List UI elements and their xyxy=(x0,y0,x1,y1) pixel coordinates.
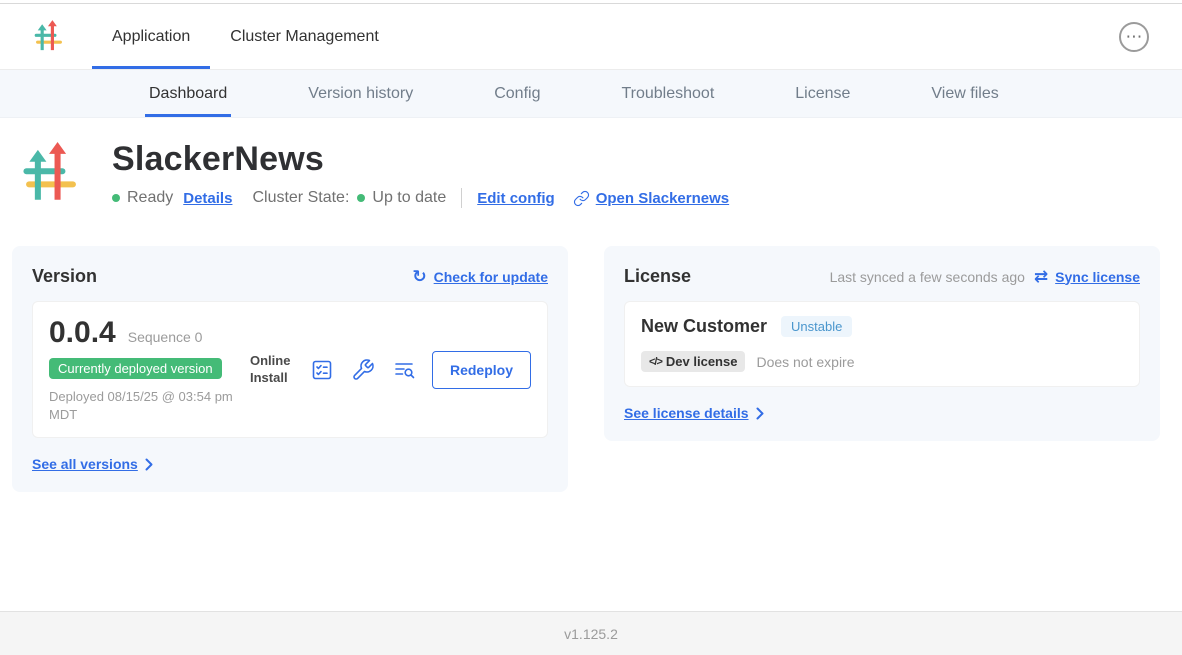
license-card-header: License Last synced a few seconds ago ⇄ … xyxy=(624,266,1140,287)
open-app-link[interactable]: Open Slackernews xyxy=(573,190,729,207)
customer-name: New Customer xyxy=(641,316,767,337)
version-actions: Online Install xyxy=(250,351,531,389)
overflow-menu-button[interactable]: ⋯ xyxy=(1119,22,1149,52)
release-notes-icon-button[interactable] xyxy=(309,357,335,383)
version-number-row: 0.0.4 Sequence 0 xyxy=(49,316,244,350)
dashboard-cards: Version ↻ Check for update 0.0.4 Sequenc… xyxy=(0,210,1182,492)
main-content: SlackerNews Ready Details Cluster State:… xyxy=(0,118,1182,611)
version-card-header: Version ↻ Check for update xyxy=(32,266,548,287)
topnav-tabs: Application Cluster Management xyxy=(92,4,399,69)
tab-application-label: Application xyxy=(112,28,190,46)
sync-license-label: Sync license xyxy=(1055,269,1140,285)
subnav-item-troubleshoot[interactable]: Troubleshoot xyxy=(617,70,718,117)
refresh-icon: ↻ xyxy=(412,268,426,285)
open-link-icon xyxy=(573,190,590,207)
cluster-state-dot xyxy=(357,194,365,202)
open-app-label: Open Slackernews xyxy=(596,190,729,207)
app-header: SlackerNews Ready Details Cluster State:… xyxy=(0,118,1182,210)
see-all-versions-link[interactable]: See all versions xyxy=(32,456,153,472)
sync-icon: ⇄ xyxy=(1034,268,1048,285)
current-version-info: 0.0.4 Sequence 0 Currently deployed vers… xyxy=(49,316,244,423)
slackernews-app-logo-icon xyxy=(22,142,80,205)
last-synced-text: Last synced a few seconds ago xyxy=(830,269,1025,285)
chevron-right-icon xyxy=(145,458,153,471)
version-number: 0.0.4 xyxy=(49,316,116,350)
edit-config-label: Edit config xyxy=(477,190,555,207)
ellipsis-icon: ⋯ xyxy=(1126,28,1143,45)
footer: v1.125.2 xyxy=(0,611,1182,655)
app-subnav: Dashboard Version history Config Trouble… xyxy=(0,70,1182,118)
cluster-state-label: Cluster State: xyxy=(252,189,349,207)
tab-application[interactable]: Application xyxy=(92,4,210,69)
chevron-right-icon xyxy=(756,407,764,420)
logs-icon-button[interactable] xyxy=(391,357,417,383)
subnav-label-license: License xyxy=(795,85,850,103)
currently-deployed-badge: Currently deployed version xyxy=(49,358,222,379)
license-card-title: License xyxy=(624,266,691,287)
version-card: Version ↻ Check for update 0.0.4 Sequenc… xyxy=(12,246,568,492)
see-license-details-label: See license details xyxy=(624,405,749,421)
license-details-card: New Customer Unstable </> Dev license Do… xyxy=(624,301,1140,387)
deployed-timestamp: Deployed 08/15/25 @ 03:54 pm MDT xyxy=(49,388,244,423)
sync-license-link[interactable]: ⇄ Sync license xyxy=(1034,268,1140,285)
footer-version: v1.125.2 xyxy=(564,626,618,642)
check-for-update-link[interactable]: ↻ Check for update xyxy=(412,268,548,285)
subnav-item-dashboard[interactable]: Dashboard xyxy=(145,70,231,117)
subnav-label-dashboard: Dashboard xyxy=(149,85,227,103)
sequence-label: Sequence 0 xyxy=(128,329,203,345)
license-type-row: </> Dev license Does not expire xyxy=(641,351,1123,372)
license-card: License Last synced a few seconds ago ⇄ … xyxy=(604,246,1160,441)
ready-status-dot xyxy=(112,194,120,202)
app-icon xyxy=(22,140,80,210)
license-sync-meta: Last synced a few seconds ago ⇄ Sync lic… xyxy=(830,268,1140,285)
config-icon-button[interactable] xyxy=(350,357,376,383)
status-divider xyxy=(461,188,462,208)
tab-cluster-management-label: Cluster Management xyxy=(230,28,379,46)
check-for-update-label: Check for update xyxy=(434,269,548,285)
file-search-icon xyxy=(392,358,416,382)
subnav-label-view-files: View files xyxy=(931,85,998,103)
app-title: SlackerNews xyxy=(112,140,729,179)
install-type-label: Online Install xyxy=(250,353,294,386)
code-icon: </> xyxy=(649,356,662,368)
dev-license-label: Dev license xyxy=(666,354,738,369)
subnav-item-view-files[interactable]: View files xyxy=(927,70,1002,117)
status-details-link[interactable]: Details xyxy=(183,190,232,207)
wrench-icon xyxy=(351,358,375,382)
license-customer-row: New Customer Unstable xyxy=(641,316,1123,337)
subnav-item-license[interactable]: License xyxy=(791,70,854,117)
subnav-label-config: Config xyxy=(494,85,540,103)
tab-cluster-management[interactable]: Cluster Management xyxy=(210,4,399,69)
subnav-label-troubleshoot: Troubleshoot xyxy=(621,85,714,103)
license-expiry-text: Does not expire xyxy=(756,354,854,370)
app-header-text: SlackerNews Ready Details Cluster State:… xyxy=(112,140,729,210)
edit-config-link[interactable]: Edit config xyxy=(477,190,555,207)
current-version-card: 0.0.4 Sequence 0 Currently deployed vers… xyxy=(32,301,548,438)
slackernews-logo-icon xyxy=(34,20,64,53)
see-all-versions-label: See all versions xyxy=(32,456,138,472)
redeploy-button[interactable]: Redeploy xyxy=(432,351,531,389)
app-status-row: Ready Details Cluster State: Up to date … xyxy=(112,188,729,208)
channel-badge: Unstable xyxy=(781,316,852,337)
subnav-item-config[interactable]: Config xyxy=(490,70,544,117)
version-card-title: Version xyxy=(32,266,97,287)
subnav-item-version-history[interactable]: Version history xyxy=(304,70,417,117)
app-status-text: Ready xyxy=(127,189,173,207)
dev-license-badge: </> Dev license xyxy=(641,351,745,372)
top-navbar: Application Cluster Management ⋯ xyxy=(0,4,1182,70)
subnav-label-version-history: Version history xyxy=(308,85,413,103)
navbar-logo[interactable] xyxy=(34,4,64,69)
see-license-details-link[interactable]: See license details xyxy=(624,405,764,421)
checklist-icon xyxy=(310,358,334,382)
cluster-state-value: Up to date xyxy=(372,189,446,207)
